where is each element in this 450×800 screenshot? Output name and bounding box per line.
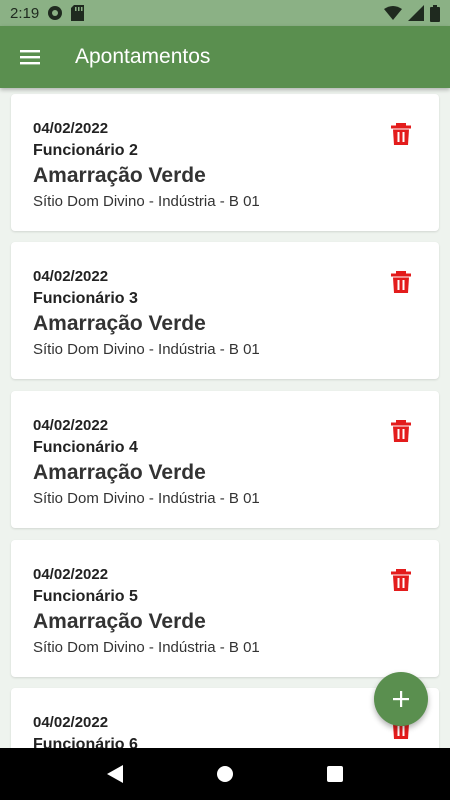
signal-icon	[408, 5, 424, 21]
record-employee: Funcionário 4	[33, 439, 138, 456]
record-employee: Funcionário 6	[33, 736, 138, 748]
status-bar: 2:19	[0, 0, 450, 26]
records-list[interactable]: 04/02/2022 Funcionário 2 Amarração Verde…	[0, 88, 450, 748]
record-activity: Amarração Verde	[33, 610, 206, 633]
record-date: 04/02/2022	[33, 566, 109, 583]
hamburger-menu-icon[interactable]	[18, 45, 42, 69]
trash-icon[interactable]	[391, 420, 411, 442]
record-date: 04/02/2022	[33, 417, 109, 434]
record-card[interactable]: 04/02/2022 Funcionário 4 Amarração Verde…	[11, 391, 439, 528]
back-icon[interactable]	[95, 754, 135, 794]
record-date: 04/02/2022	[33, 714, 109, 731]
battery-icon	[430, 4, 440, 22]
system-nav-bar	[0, 748, 450, 800]
record-employee: Funcionário 3	[33, 290, 138, 307]
app-notification-icon	[47, 5, 63, 21]
record-location: Sítio Dom Divino - Indústria - B 01	[33, 193, 260, 210]
plus-icon	[393, 691, 409, 707]
record-employee: Funcionário 5	[33, 588, 138, 605]
record-activity: Amarração Verde	[33, 461, 206, 484]
record-location: Sítio Dom Divino - Indústria - B 01	[33, 639, 260, 656]
trash-icon[interactable]	[391, 271, 411, 293]
record-location: Sítio Dom Divino - Indústria - B 01	[33, 341, 260, 358]
page-title: Apontamentos	[75, 45, 211, 68]
record-date: 04/02/2022	[33, 268, 109, 285]
record-date: 04/02/2022	[33, 120, 109, 137]
record-card[interactable]: 04/02/2022 Funcionário 5 Amarração Verde…	[11, 540, 439, 677]
sd-card-icon	[71, 5, 85, 21]
add-record-button[interactable]	[374, 672, 428, 726]
record-employee: Funcionário 2	[33, 142, 138, 159]
record-card[interactable]: 04/02/2022 Funcionário 2 Amarração Verde…	[11, 94, 439, 231]
home-icon[interactable]	[205, 754, 245, 794]
trash-icon[interactable]	[391, 123, 411, 145]
record-activity: Amarração Verde	[33, 164, 206, 187]
record-location: Sítio Dom Divino - Indústria - B 01	[33, 490, 260, 507]
status-time: 2:19	[10, 4, 40, 22]
wifi-icon	[384, 6, 402, 20]
record-card[interactable]: 04/02/2022 Funcionário 3 Amarração Verde…	[11, 242, 439, 379]
trash-icon[interactable]	[391, 569, 411, 591]
record-activity: Amarração Verde	[33, 312, 206, 335]
app-bar: Apontamentos	[0, 26, 450, 88]
recents-icon[interactable]	[315, 754, 355, 794]
